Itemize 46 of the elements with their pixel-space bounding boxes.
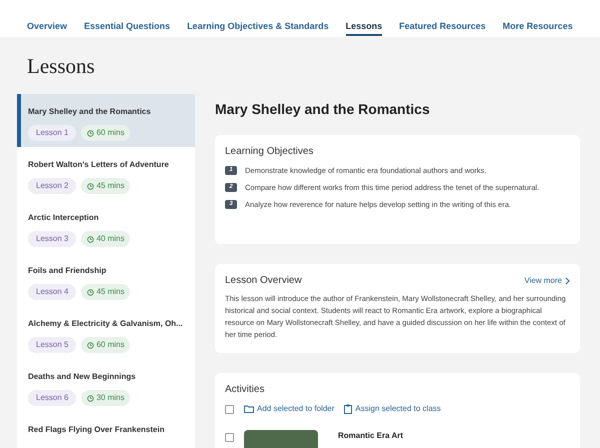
lesson-number-tag: Lesson 1 [28,125,76,141]
action-link[interactable]: Assign selected to class [344,403,441,415]
lesson-number-tag: Lesson 3 [28,231,76,247]
page-title: Lessons [26,53,96,80]
view-more-link[interactable]: View more [524,274,570,286]
nav-tab[interactable]: More Resources [502,20,573,36]
action-link[interactable]: Add selected to folder [244,403,334,415]
activity-title[interactable]: Romantic Era Art [338,430,404,442]
duration-tag: 45 mins [81,178,130,194]
lesson-number-tag: Lesson 4 [28,284,76,300]
activity-checkbox[interactable] [225,433,234,442]
card-heading: Activities [225,383,266,397]
lesson-title: Robert Walton's Letters of Adventure [28,159,170,171]
clock-icon [87,182,94,190]
lesson-number-tag: Lesson 5 [28,337,76,353]
nav-tab[interactable]: Featured Resources [399,20,486,36]
duration-tag: 60 mins [81,337,130,353]
lesson-title: Red Flags Flying Over Frankenstein [28,424,166,436]
folder-icon [244,405,254,413]
nav-tab[interactable]: Lessons [346,20,382,36]
card-heading: Lesson Overview [225,274,302,288]
duration-tag: 45 mins [81,284,130,300]
clock-icon [87,342,94,348]
nav-tab[interactable]: Learning Objectives & Standards [187,20,329,36]
lesson-title: Alchemy & Electricity & Galvanism, Oh... [28,318,184,330]
nav-tab[interactable]: Essential Questions [84,20,170,36]
lesson-item[interactable]: Mary Shelley and the Romantics Lesson 1 60 mins [17,94,195,147]
clock-icon [87,394,94,402]
duration-tag: 40 mins [81,231,130,247]
lesson-title: Arctic Interception [28,212,100,224]
select-all-checkbox[interactable] [225,404,234,414]
lesson-title: Mary Shelley and the Romantics [28,106,152,118]
lesson-title: Foils and Friendship [28,265,108,277]
lesson-title: Deaths and New Beginnings [28,371,137,383]
duration-tag: 30 mins [81,390,130,406]
card-heading: Learning Objectives [225,145,314,159]
chevron-right-icon [565,276,570,284]
clipboard-icon [344,404,352,414]
lesson-number-tag: Lesson 6 [28,390,76,406]
clock-icon [87,288,94,296]
lesson-title: Mary Shelley and the Romantics [215,100,431,119]
clock-icon [87,130,94,136]
lesson-number-tag: Lesson 2 [28,178,76,194]
clock-icon [87,236,94,242]
nav-tab[interactable]: Overview [27,20,68,36]
duration-tag: 60 mins [81,125,130,141]
